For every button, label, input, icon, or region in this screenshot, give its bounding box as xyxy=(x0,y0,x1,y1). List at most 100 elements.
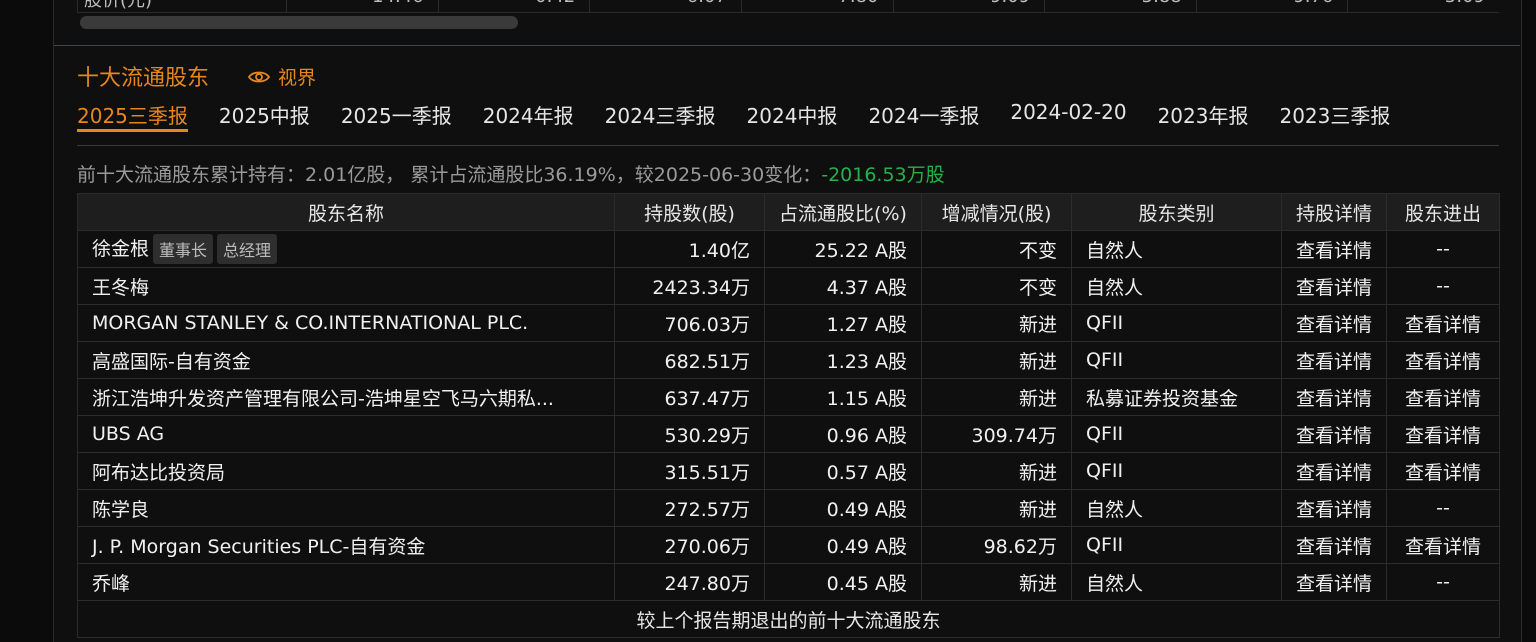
holder-name[interactable]: MORGAN STANLEY & CO.INTERNATIONAL PLC. xyxy=(92,312,528,334)
holder-name[interactable]: 浙江浩坤升发资产管理有限公司-浩坤星空飞马六期私... xyxy=(92,388,554,410)
detail-link[interactable]: 查看详情 xyxy=(1281,563,1387,601)
detail-link[interactable]: 查看详情 xyxy=(1281,415,1387,453)
cell-value: 0.42 xyxy=(535,0,575,7)
share-class: A股 xyxy=(875,313,907,336)
share-class: A股 xyxy=(875,387,907,410)
shares-unit: 万 xyxy=(730,350,750,373)
tab-2025一季报[interactable]: 2025一季报 xyxy=(341,100,452,132)
inout-link[interactable]: 查看详情 xyxy=(1386,526,1500,564)
detail-link[interactable]: 查看详情 xyxy=(1281,267,1387,305)
table-row: 乔峰 247.80万 0.45 A股 新进 自然人 查看详情 -- xyxy=(77,563,1500,601)
inout-link[interactable]: 查看详情 xyxy=(1386,452,1500,490)
top-ten-holders-table: 股东名称 持股数(股) 占流通股比(%) 增减情况(股) 股东类别 持股详情 股东进出 徐金… xyxy=(77,193,1500,638)
change-unit: 万 xyxy=(1037,535,1057,558)
holder-name[interactable]: 王冬梅 xyxy=(92,277,149,299)
share-class: A股 xyxy=(875,424,907,447)
ratio-value: 1.15 xyxy=(826,387,869,410)
detail-link[interactable]: 查看详情 xyxy=(1281,304,1387,342)
share-class: A股 xyxy=(875,276,907,299)
column-header: 占流通股比(%) xyxy=(764,193,922,231)
holder-name[interactable]: 阿布达比投资局 xyxy=(92,462,225,484)
holder-type: 自然人 xyxy=(1071,230,1282,268)
ratio-value: 25.22 xyxy=(814,239,869,262)
cell-value: 14.46 xyxy=(372,0,424,7)
detail-link[interactable]: 查看详情 xyxy=(1281,489,1387,527)
inout-link[interactable]: 查看详情 xyxy=(1386,415,1500,453)
holder-name[interactable]: 陈学良 xyxy=(92,499,149,521)
tab-2024一季报[interactable]: 2024一季报 xyxy=(868,100,979,132)
table-header-row: 股东名称 持股数(股) 占流通股比(%) 增减情况(股) 股东类别 持股详情 股东进出 xyxy=(77,193,1500,231)
ratio-value: 0.49 xyxy=(826,498,869,521)
inout-link[interactable]: 查看详情 xyxy=(1386,378,1500,416)
detail-link[interactable]: 查看详情 xyxy=(1281,230,1387,268)
tab-2025中报[interactable]: 2025中报 xyxy=(219,100,310,132)
role-tag: 总经理 xyxy=(217,234,278,265)
cell-value: 7.80 xyxy=(838,0,878,7)
column-header: 股东名称 xyxy=(77,193,615,231)
inout-link[interactable]: 查看详情 xyxy=(1386,341,1500,379)
cell-value: 6.07 xyxy=(687,0,727,7)
cell-value: 5.88 xyxy=(1142,0,1182,7)
ratio-cell: 4.37 A股 xyxy=(764,267,922,305)
share-class: A股 xyxy=(875,498,907,521)
detail-link[interactable]: 查看详情 xyxy=(1281,341,1387,379)
holder-name-cell: 阿布达比投资局 xyxy=(77,452,615,490)
change-cell: 新进 xyxy=(921,304,1072,342)
change-value: 新进 xyxy=(1018,572,1057,595)
horizontal-scrollbar[interactable] xyxy=(80,16,518,29)
holder-name[interactable]: 徐金根 xyxy=(92,238,149,260)
cell-value: 9.76 xyxy=(1293,0,1333,7)
shares-unit: 万 xyxy=(730,572,750,595)
column-header: 持股详情 xyxy=(1281,193,1387,231)
table-row: 浙江浩坤升发资产管理有限公司-浩坤星空飞马六期私... 637.47万 1.15 A… xyxy=(77,378,1500,416)
holder-name-cell: 高盛国际-自有资金 xyxy=(77,341,615,379)
detail-link[interactable]: 查看详情 xyxy=(1281,526,1387,564)
view-link-label: 视界 xyxy=(278,67,317,89)
tab-2024三季报[interactable]: 2024三季报 xyxy=(605,100,716,132)
shares-cell: 247.80万 xyxy=(614,563,765,601)
holder-name[interactable]: 高盛国际-自有资金 xyxy=(92,351,251,373)
inout-link[interactable]: 查看详情 xyxy=(1386,304,1500,342)
column-header: 股东类别 xyxy=(1071,193,1282,231)
tab-2024中报[interactable]: 2024中报 xyxy=(747,100,838,132)
inout-empty: -- xyxy=(1386,230,1500,268)
holder-name-cell: MORGAN STANLEY & CO.INTERNATIONAL PLC. xyxy=(77,304,615,342)
view-link[interactable]: 视界 xyxy=(248,63,316,90)
ratio-cell: 1.15 A股 xyxy=(764,378,922,416)
ratio-value: 1.23 xyxy=(826,350,869,373)
tab-2024年报[interactable]: 2024年报 xyxy=(483,100,574,132)
holder-name[interactable]: J. P. Morgan Securities PLC-自有资金 xyxy=(92,536,425,558)
ratio-value: 0.57 xyxy=(826,461,869,484)
previous-table-bottom-row: 股价(元) 14.46 0.42 6.07 7.80 9.09 5.88 9.76 5.09 xyxy=(77,0,1499,13)
ratio-value: 0.49 xyxy=(826,535,869,558)
value-cell: 9.76 xyxy=(1195,0,1348,12)
holder-name[interactable]: UBS AG xyxy=(92,423,164,445)
table-row: J. P. Morgan Securities PLC-自有资金 270.06万 0… xyxy=(77,526,1500,564)
shares-unit: 亿 xyxy=(730,239,750,262)
detail-link[interactable]: 查看详情 xyxy=(1281,378,1387,416)
shares-cell: 682.51万 xyxy=(614,341,765,379)
tab-2023年报[interactable]: 2023年报 xyxy=(1158,100,1249,132)
holder-type: 私募证券投资基金 xyxy=(1071,378,1282,416)
section-divider xyxy=(54,45,1520,46)
holder-name[interactable]: 乔峰 xyxy=(92,573,130,595)
tab-2025三季报[interactable]: 2025三季报 xyxy=(77,100,188,132)
change-value: 新进 xyxy=(1018,461,1057,484)
shares-value: 682.51 xyxy=(664,350,731,373)
tab-2024-02-20[interactable]: 2024-02-20 xyxy=(1010,100,1126,132)
holder-type: 自然人 xyxy=(1071,489,1282,527)
change-value: 新进 xyxy=(1018,498,1057,521)
value-cell: 7.80 xyxy=(740,0,893,12)
change-cell: 新进 xyxy=(921,563,1072,601)
detail-link[interactable]: 查看详情 xyxy=(1281,452,1387,490)
table-row: 王冬梅 2423.34万 4.37 A股 不变 自然人 查看详情 -- xyxy=(77,267,1500,305)
ratio-value: 0.96 xyxy=(826,424,869,447)
holder-name-cell: 乔峰 xyxy=(77,563,615,601)
shares-cell: 706.03万 xyxy=(614,304,765,342)
column-header: 股东进出 xyxy=(1386,193,1500,231)
change-value: 98.62 xyxy=(983,535,1038,558)
section-title: 十大流通股东 xyxy=(77,66,210,91)
tab-2023三季报[interactable]: 2023三季报 xyxy=(1279,100,1390,132)
change-value: 新进 xyxy=(1018,313,1057,336)
shares-value: 530.29 xyxy=(664,424,731,447)
